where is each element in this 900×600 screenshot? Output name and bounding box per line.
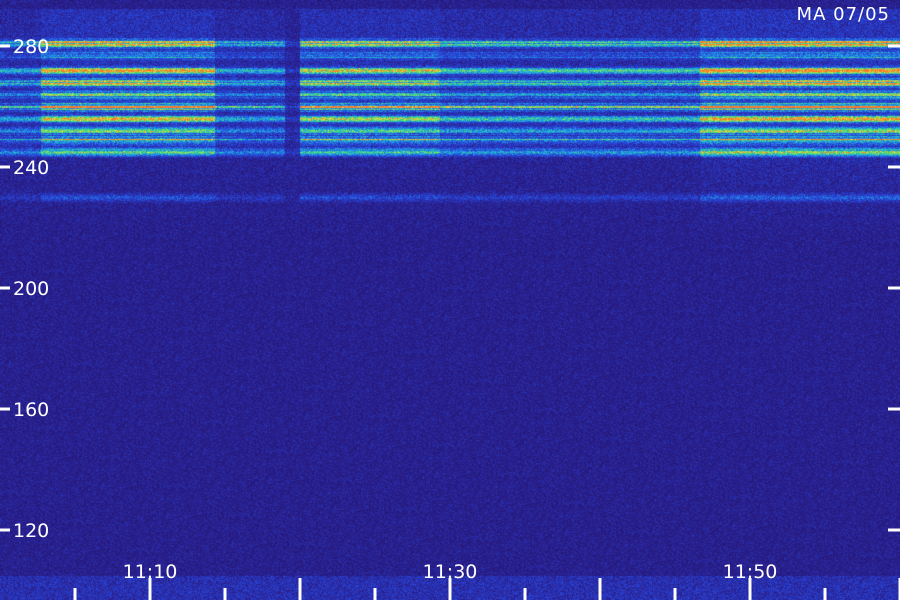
chart-title: MA 07/05 (796, 4, 890, 25)
y-tick-label: 200 (13, 278, 49, 300)
y-tick-label: 160 (13, 399, 49, 421)
spectrogram-chart: 280 240 200 160 120 11:10 11:30 11:50 MA 07/05 (0, 0, 900, 600)
y-tick-label: 280 (13, 36, 49, 58)
x-tick-label: 11:10 (123, 561, 178, 583)
y-tick-label: 240 (13, 157, 49, 179)
chart-axes: 280 240 200 160 120 11:10 11:30 11:50 (0, 36, 900, 600)
y-tick-label: 120 (13, 520, 49, 542)
x-tick-label: 11:50 (723, 561, 778, 583)
x-tick-label: 11:30 (423, 561, 478, 583)
